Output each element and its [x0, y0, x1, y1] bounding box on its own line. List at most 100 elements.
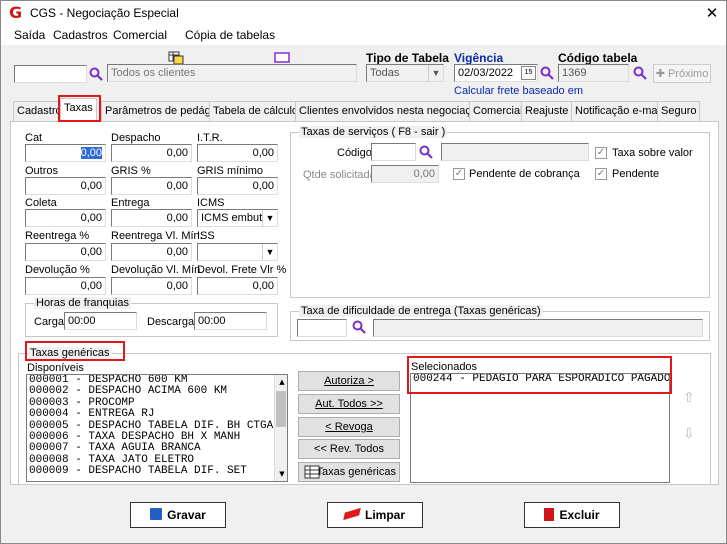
- limpar-button[interactable]: Limpar: [327, 502, 423, 528]
- aut-todos-label: Aut. Todos >>: [315, 398, 383, 410]
- autoriza-button[interactable]: Autoriza >: [298, 371, 400, 391]
- codigo-tabela-field: 1369: [558, 64, 629, 82]
- servicos-title: Taxas de serviços ( F8 - sair ): [299, 126, 448, 138]
- qtde-input: 0,00: [371, 165, 439, 183]
- table-copy-icon[interactable]: [168, 51, 184, 65]
- reentrega-label: Reentrega %: [25, 230, 90, 242]
- app-logo-icon: G: [9, 3, 23, 22]
- outros-input[interactable]: 0,00: [25, 177, 106, 195]
- pendente-cobranca-checkbox[interactable]: ✓: [453, 168, 465, 180]
- tab-reajuste[interactable]: Reajuste: [521, 101, 573, 121]
- reentrega-input[interactable]: 0,00: [25, 243, 106, 261]
- pendente-checkbox[interactable]: ✓: [595, 168, 607, 180]
- cat-input[interactable]: 0,00: [25, 144, 106, 162]
- menu-saida[interactable]: Saída: [14, 28, 45, 42]
- pendente-label: Pendente: [612, 168, 660, 180]
- aut-todos-button[interactable]: Aut. Todos >>: [298, 394, 400, 414]
- client-code-input[interactable]: [14, 65, 87, 83]
- reentrega-min-input[interactable]: 0,00: [111, 243, 192, 261]
- dificuldade-search-icon[interactable]: [352, 320, 366, 334]
- excluir-button[interactable]: Excluir: [524, 502, 620, 528]
- despacho-input[interactable]: 0,00: [111, 144, 192, 162]
- move-down-icon[interactable]: ⇩: [683, 426, 695, 442]
- scroll-down-icon[interactable]: ▼: [276, 469, 286, 479]
- devolucao-min-input[interactable]: 0,00: [111, 277, 192, 295]
- disponiveis-list[interactable]: 000001 - DESPACHO 600 KM 000002 - DESPAC…: [26, 374, 288, 482]
- icms-select[interactable]: ICMS embutid ▼: [197, 209, 278, 227]
- title-bar: G CGS - Negociação Especial ✕: [1, 1, 726, 25]
- gravar-label: Gravar: [167, 508, 206, 522]
- proximo-label: Próximo: [667, 68, 709, 80]
- iss-label: ISS: [197, 230, 215, 242]
- client-name-field: Todos os clientes: [107, 64, 357, 82]
- calcular-frete-link[interactable]: Calcular frete baseado em: [454, 85, 583, 97]
- devol-frete-input[interactable]: 0,00: [197, 277, 278, 295]
- menu-comercial[interactable]: Comercial: [113, 28, 167, 42]
- codigo-search-icon[interactable]: [633, 66, 647, 80]
- gris-input[interactable]: 0,00: [111, 177, 192, 195]
- move-up-icon[interactable]: ⇧: [683, 390, 695, 406]
- vigencia-label: Vigência: [454, 51, 504, 65]
- tab-comercial[interactable]: Comercial: [469, 101, 527, 121]
- dificuldade-descricao-field: [373, 319, 703, 337]
- servico-search-icon[interactable]: [419, 145, 433, 159]
- excluir-label: Excluir: [559, 508, 600, 522]
- proximo-button[interactable]: ✚ Próximo: [653, 64, 711, 83]
- eraser-icon: [343, 507, 361, 521]
- menu-cadastros[interactable]: Cadastros: [53, 28, 108, 42]
- scroll-up-icon[interactable]: ▲: [276, 377, 286, 387]
- main-window: G CGS - Negociação Especial ✕ Saída Cada…: [0, 0, 727, 544]
- entrega-label: Entrega: [111, 197, 150, 209]
- plus-icon: ✚: [655, 68, 668, 80]
- taxa-sobre-valor-checkbox[interactable]: ✓: [595, 147, 607, 159]
- descarga-input[interactable]: 00:00: [194, 312, 267, 330]
- autoriza-label: Autoriza >: [324, 375, 374, 387]
- gris-minimo-input[interactable]: 0,00: [197, 177, 278, 195]
- coleta-label: Coleta: [25, 197, 57, 209]
- iss-select[interactable]: ▼: [197, 243, 278, 261]
- rev-todos-button[interactable]: << Rev. Todos: [298, 439, 400, 459]
- vigencia-date-input[interactable]: 02/03/2022 15: [454, 64, 538, 82]
- tab-tabela-calculo[interactable]: Tabela de cálculo: [209, 101, 303, 121]
- itr-input[interactable]: 0,00: [197, 144, 278, 162]
- tipo-tabela-label: Tipo de Tabela: [366, 51, 449, 65]
- vigencia-search-icon[interactable]: [540, 66, 554, 80]
- tab-parametros-pedagio[interactable]: Parâmetros de pedágio: [101, 101, 224, 121]
- devolucao-input[interactable]: 0,00: [25, 277, 106, 295]
- disponiveis-scrollbar[interactable]: ▲ ▼: [274, 375, 287, 481]
- taxas-genericas-label: Taxas genéricas: [316, 466, 397, 478]
- devolucao-label: Devolução %: [25, 264, 90, 276]
- devolucao-min-label: Devolução Vl. Mín.: [111, 264, 204, 276]
- codigo-label: Código: [337, 147, 372, 159]
- tipo-tabela-select[interactable]: Todas ▼: [366, 64, 444, 82]
- coleta-input[interactable]: 0,00: [25, 209, 106, 227]
- save-icon: [150, 508, 163, 520]
- menu-copia-tabelas[interactable]: Cópia de tabelas: [185, 28, 275, 42]
- cat-label: Cat: [25, 132, 43, 144]
- dificuldade-codigo-input[interactable]: [297, 319, 347, 337]
- servico-codigo-input[interactable]: [371, 143, 416, 161]
- scroll-thumb[interactable]: [276, 391, 286, 427]
- tab-seguro[interactable]: Seguro: [657, 101, 701, 121]
- list-item[interactable]: 000004 - ENTREGA RJ: [27, 408, 287, 420]
- window-title: CGS - Negociação Especial: [30, 6, 179, 20]
- iss-chevron-down-icon: ▼: [262, 244, 277, 260]
- qtde-label: Qtde solicitada: [303, 169, 376, 181]
- highlight-selecionados: [407, 356, 672, 394]
- taxas-genericas-button[interactable]: Taxas genéricas: [298, 462, 400, 482]
- tab-notificacao-email[interactable]: Notificação e-mail: [571, 101, 667, 121]
- dificuldade-title: Taxa de dificuldade de entrega (Taxas ge…: [299, 305, 543, 317]
- tab-clientes-envolvidos[interactable]: Clientes envolvidos nesta negociação: [295, 101, 488, 121]
- itr-label: I.T.R.: [197, 132, 223, 144]
- carga-input[interactable]: 00:00: [64, 312, 137, 330]
- gravar-button[interactable]: Gravar: [130, 502, 226, 528]
- list-item[interactable]: 000009 - DESPACHO TABELA DIF. SET: [27, 465, 287, 477]
- revoga-button[interactable]: < Revoga: [298, 417, 400, 437]
- close-button[interactable]: ✕: [700, 2, 724, 24]
- search-icon[interactable]: [89, 67, 103, 81]
- calendar-icon[interactable]: 15: [521, 66, 536, 80]
- pendente-cobranca-label: Pendente de cobrança: [469, 168, 580, 180]
- cat-value: 0,00: [80, 147, 102, 159]
- tipo-tabela-value: Todas: [370, 67, 400, 79]
- entrega-input[interactable]: 0,00: [111, 209, 192, 227]
